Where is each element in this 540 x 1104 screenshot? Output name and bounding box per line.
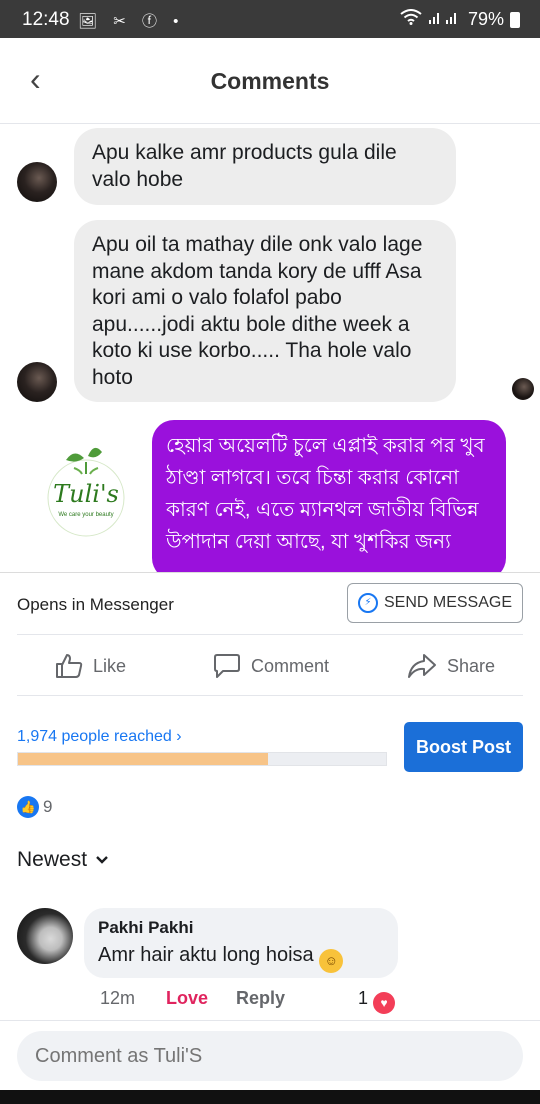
notification-icons: 🖼 ✂ ⓕ •	[78, 13, 185, 30]
signal-icon	[428, 9, 462, 30]
page-message: হেয়ার অয়েলটি চুলে এপ্লাই করার পর খুব ঠ…	[152, 420, 506, 572]
share-label: Share	[447, 655, 496, 676]
reach-progress-bar	[17, 752, 387, 766]
status-bar: 12:48 🖼 ✂ ⓕ • 79%	[0, 0, 540, 38]
people-reached-link[interactable]: 1,974 people reached ›	[17, 728, 182, 746]
comments-header: ‹ Comments	[0, 38, 540, 124]
wifi-icon	[400, 9, 422, 30]
status-right: 79%	[400, 9, 520, 30]
smiling-emoji-icon: ☺	[319, 949, 344, 973]
page-title: Comments	[210, 68, 330, 94]
chevron-down-icon	[95, 852, 109, 868]
messenger-icon: ⚡	[357, 593, 378, 613]
comment-label: Comment	[251, 655, 330, 676]
logo-name: Tuli's	[53, 480, 119, 508]
comment-reaction-count: 1	[358, 988, 369, 1008]
reaction-summary[interactable]: 👍 9	[17, 796, 52, 818]
battery-icon	[510, 11, 520, 28]
customer-avatar	[17, 362, 57, 402]
reach-progress-fill	[18, 753, 269, 765]
commenter-avatar[interactable]	[17, 908, 73, 964]
comment-text: Amr hair aktu long hoisa	[98, 944, 314, 966]
chevron-right-icon: ›	[176, 728, 182, 745]
seen-avatar	[512, 378, 534, 400]
opens-in-messenger-label: Opens in Messenger	[17, 595, 174, 614]
page-logo: Tuli's We care your beauty	[44, 440, 128, 540]
reaction-count: 9	[43, 797, 53, 816]
heart-reaction-icon: ♥	[373, 992, 396, 1014]
speech-bubble-icon	[213, 653, 241, 679]
comment-reply-button[interactable]: Reply	[236, 988, 285, 1009]
sort-label: Newest	[17, 848, 88, 871]
like-label: Like	[93, 655, 127, 676]
like-button[interactable]: Like	[55, 653, 126, 679]
comment-time: 12m	[100, 988, 136, 1008]
comment-love-button[interactable]: Love	[166, 988, 208, 1009]
boost-post-button[interactable]: Boost Post	[404, 722, 523, 772]
logo-tagline: We care your beauty	[58, 512, 114, 518]
system-nav-bar	[0, 1090, 540, 1104]
customer-avatar	[17, 162, 57, 202]
thumbs-up-icon	[55, 653, 83, 679]
comment-sort-dropdown[interactable]: Newest	[17, 848, 109, 872]
send-message-label: SEND MESSAGE	[383, 594, 513, 611]
post-actions: Like Comment Share	[17, 634, 523, 696]
people-reached-text: 1,974 people reached	[17, 728, 172, 745]
customer-message: Apu oil ta mathay dile onk valo lage man…	[74, 220, 456, 402]
comment-bubble: Pakhi Pakhi Amr hair aktu long hoisa ☺	[84, 908, 398, 978]
customer-message: Apu kalke amr products gula dile valo ho…	[74, 128, 456, 205]
comment-author[interactable]: Pakhi Pakhi	[98, 918, 384, 938]
messenger-bar: Opens in Messenger ⚡ SEND MESSAGE	[0, 572, 540, 634]
status-time: 12:48	[22, 9, 70, 30]
like-reaction-icon: 👍	[17, 796, 39, 818]
comment-text-row: Amr hair aktu long hoisa ☺	[98, 944, 384, 973]
comment-reaction-summary[interactable]: 1 ♥	[358, 988, 396, 1014]
comment-composer	[0, 1020, 540, 1088]
share-arrow-icon	[407, 653, 437, 679]
send-message-button[interactable]: ⚡ SEND MESSAGE	[347, 583, 523, 623]
share-button[interactable]: Share	[407, 653, 495, 679]
battery-percent: 79%	[467, 9, 504, 29]
messenger-preview: Apu kalke amr products gula dile valo ho…	[0, 124, 540, 572]
comment-button[interactable]: Comment	[213, 653, 329, 679]
comment-input[interactable]	[17, 1031, 523, 1081]
